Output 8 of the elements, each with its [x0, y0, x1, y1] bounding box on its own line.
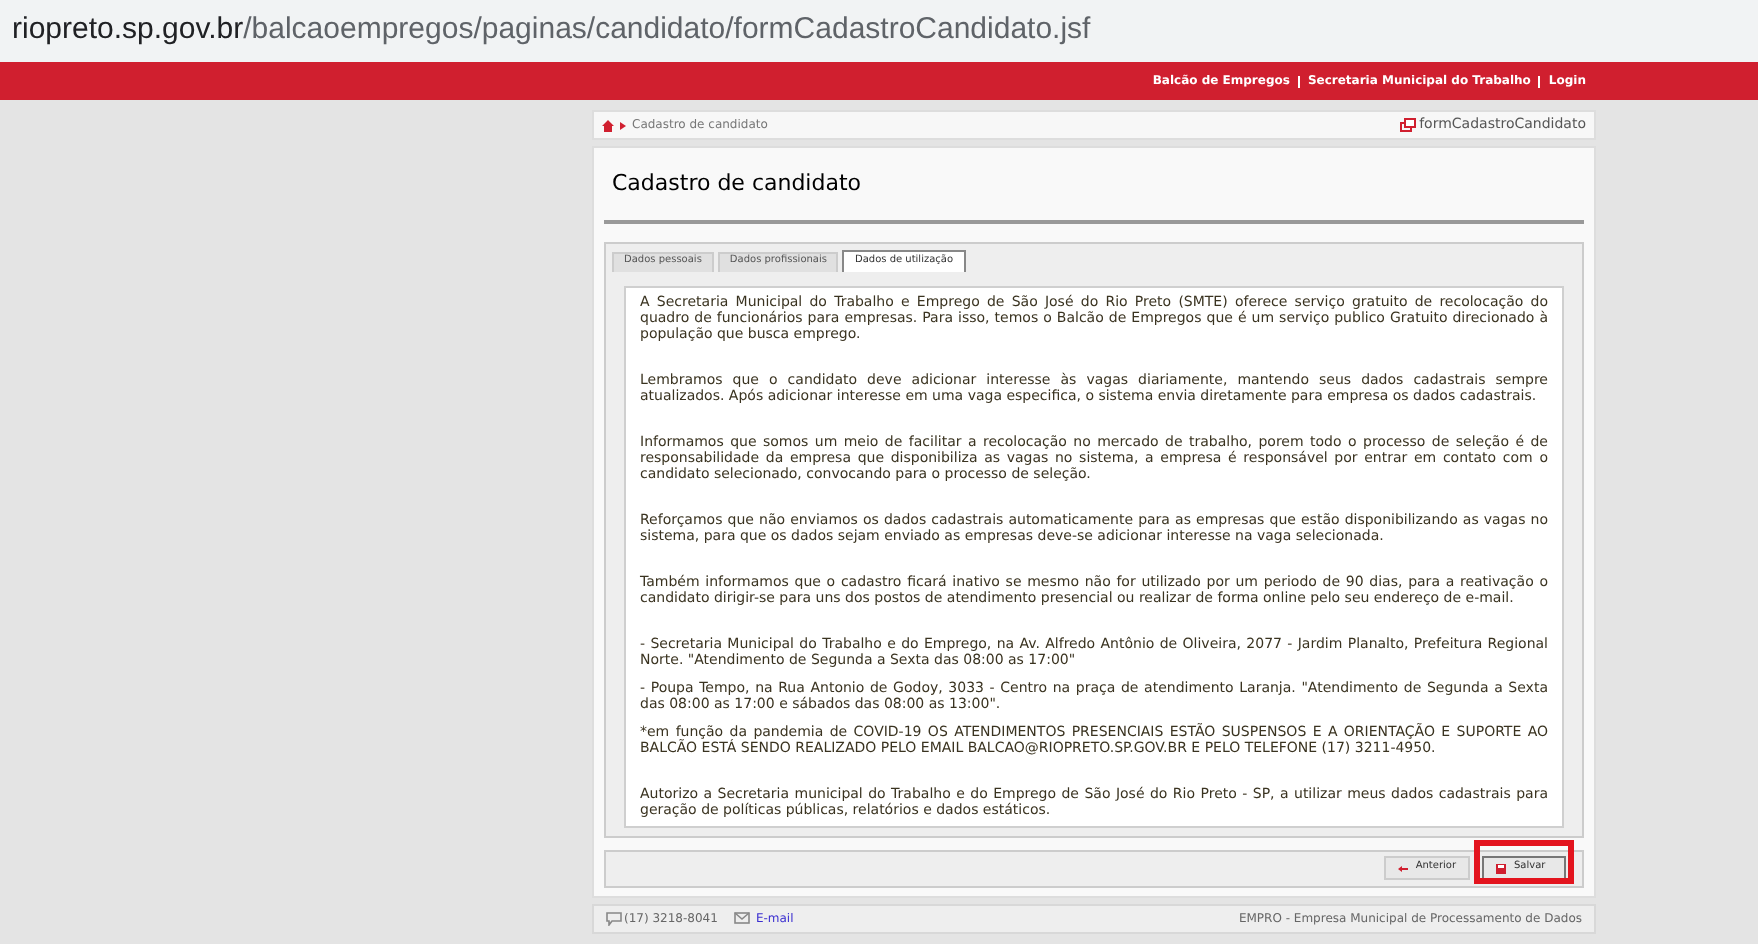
- left-arrow-icon: [1397, 863, 1408, 873]
- windows-icon: [1399, 118, 1416, 132]
- speech-bubble-icon: [606, 911, 622, 925]
- envelope-icon: [733, 912, 750, 924]
- floppy-disk-icon: [1496, 863, 1506, 873]
- page-title: Cadastro de candidato: [610, 168, 864, 200]
- chevron-icon: [620, 121, 626, 129]
- home-icon[interactable]: [602, 119, 614, 131]
